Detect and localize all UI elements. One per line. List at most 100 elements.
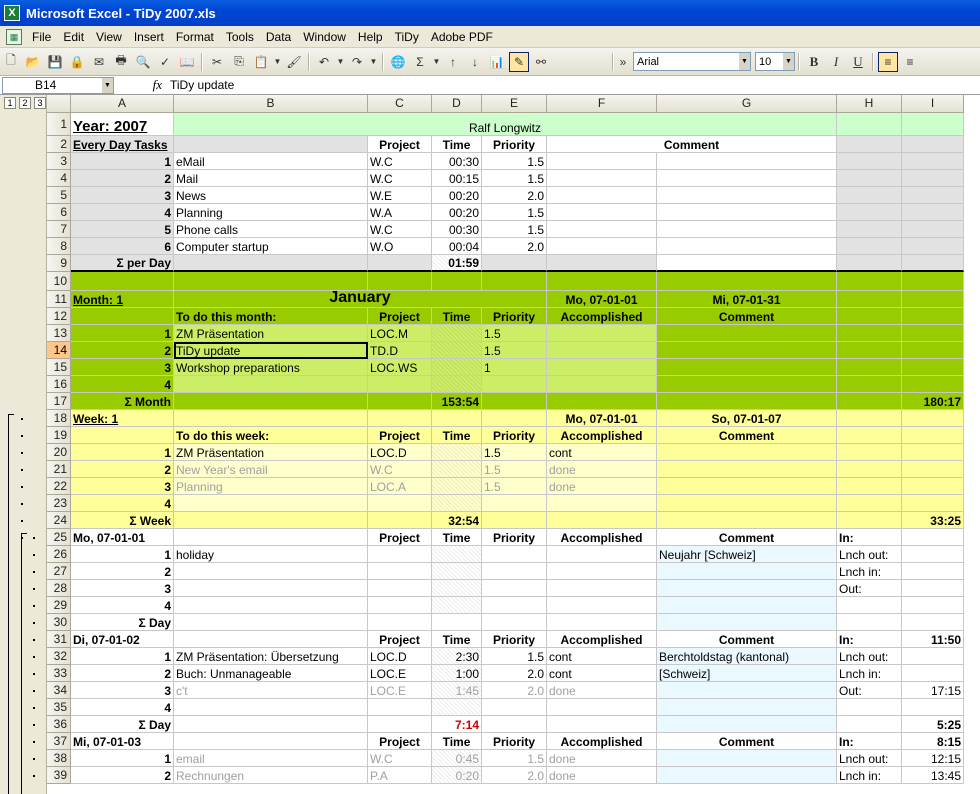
cell-G13[interactable] [657,325,837,342]
row-header-35[interactable]: 35 [47,699,71,716]
cell-D12[interactable]: Time [432,308,482,325]
cell-E21[interactable]: 1.5 [482,461,547,478]
autosum-icon[interactable]: Σ [410,52,430,72]
column-header-C[interactable]: C [368,95,432,113]
cell-C31[interactable]: Project [368,631,432,648]
cell-E6[interactable]: 1.5 [482,204,547,221]
column-header-G[interactable]: G [657,95,837,113]
cell-D4[interactable]: 00:15 [432,170,482,187]
cell-H9[interactable] [837,255,902,272]
cell-A30[interactable]: Σ Day [71,614,174,631]
cell-C24[interactable] [368,512,432,529]
cell-C13[interactable]: LOC.M [368,325,432,342]
cell-H14[interactable] [837,342,902,359]
cell-A34[interactable]: 3 [71,682,174,699]
row-header-1[interactable]: 1 [47,113,71,136]
cell-I10[interactable] [902,272,964,291]
cell-H35[interactable] [837,699,902,716]
row-header-36[interactable]: 36 [47,716,71,733]
menu-view[interactable]: View [90,30,128,44]
cell-E29[interactable] [482,597,547,614]
cell-G39[interactable] [657,767,837,784]
cell-C14[interactable]: TD.D [368,342,432,359]
cell-G19[interactable]: Comment [657,427,837,444]
sort-descending-icon[interactable]: ↓ [465,52,485,72]
row-header-33[interactable]: 33 [47,665,71,682]
cell-I4[interactable] [902,170,964,187]
row-header-28[interactable]: 28 [47,580,71,597]
print-icon[interactable]: 🖶 [111,52,131,72]
cell-I5[interactable] [902,187,964,204]
open-folder-icon[interactable]: 📂 [23,52,43,72]
cell-I30[interactable] [902,614,964,631]
cell-H5[interactable] [837,187,902,204]
cell-H32[interactable]: Lnch out: [837,648,902,665]
formula-input[interactable]: TiDy update [166,78,234,92]
cell-C17[interactable] [368,393,432,410]
row-header-37[interactable]: 37 [47,733,71,750]
cell-G24[interactable] [657,512,837,529]
cell-E34[interactable]: 2.0 [482,682,547,699]
cell-D37[interactable]: Time [432,733,482,750]
cell-I28[interactable] [902,580,964,597]
cell-H20[interactable] [837,444,902,461]
cell-B1[interactable]: Ralf Longwitz [174,113,837,136]
menu-format[interactable]: Format [170,30,220,44]
column-header-B[interactable]: B [174,95,368,113]
font-dropdown-icon[interactable]: ▼ [739,53,750,70]
font-name-select[interactable]: Arial ▼ [633,52,751,71]
cell-F31[interactable]: Accomplished [547,631,657,648]
cell-C25[interactable]: Project [368,529,432,546]
cell-F2[interactable]: Comment [547,136,837,153]
cell-E19[interactable]: Priority [482,427,547,444]
document-icon[interactable]: ▦ [6,28,22,45]
cell-F14[interactable] [547,342,657,359]
row-header-24[interactable]: 24 [47,512,71,529]
cell-D39[interactable]: 0:20 [432,767,482,784]
row-header-2[interactable]: 2 [47,136,71,153]
cell-B32[interactable]: ZM Präsentation: Übersetzung [174,648,368,665]
cell-A7[interactable]: 5 [71,221,174,238]
row-header-23[interactable]: 23 [47,495,71,512]
cell-E24[interactable] [482,512,547,529]
row-header-16[interactable]: 16 [47,376,71,393]
cell-C27[interactable] [368,563,432,580]
underline-icon[interactable]: U [848,52,868,72]
cell-D22[interactable] [432,478,482,495]
cell-H31[interactable]: In: [837,631,902,648]
cell-E16[interactable] [482,376,547,393]
cell-H16[interactable] [837,376,902,393]
row-header-9[interactable]: 9 [47,255,71,272]
cell-C3[interactable]: W.C [368,153,432,170]
row-header-38[interactable]: 38 [47,750,71,767]
cell-B36[interactable] [174,716,368,733]
cell-I25[interactable] [902,529,964,546]
row-header-29[interactable]: 29 [47,597,71,614]
cell-G14[interactable] [657,342,837,359]
cell-I16[interactable] [902,376,964,393]
cell-D36[interactable]: 7:14 [432,716,482,733]
row-header-10[interactable]: 10 [47,272,71,291]
cell-C8[interactable]: W.O [368,238,432,255]
cell-H26[interactable]: Lnch out: [837,546,902,563]
menu-data[interactable]: Data [260,30,297,44]
cell-D6[interactable]: 00:20 [432,204,482,221]
cell-B3[interactable]: eMail [174,153,368,170]
cell-A18[interactable]: Week: 1 [71,410,174,427]
cell-G33[interactable]: [Schweiz] [657,665,837,682]
cell-I9[interactable] [902,255,964,272]
cell-F38[interactable]: done [547,750,657,767]
cell-F22[interactable]: done [547,478,657,495]
cell-A22[interactable]: 3 [71,478,174,495]
cell-I7[interactable] [902,221,964,238]
cell-H38[interactable]: Lnch out: [837,750,902,767]
cell-G30[interactable] [657,614,837,631]
cell-A21[interactable]: 2 [71,461,174,478]
cell-A8[interactable]: 6 [71,238,174,255]
cell-G10[interactable] [657,272,837,291]
align-center-icon[interactable]: ≡ [900,52,920,72]
cell-H24[interactable] [837,512,902,529]
cell-G29[interactable] [657,597,837,614]
cell-F7[interactable] [547,221,657,238]
cell-B38[interactable]: email [174,750,368,767]
